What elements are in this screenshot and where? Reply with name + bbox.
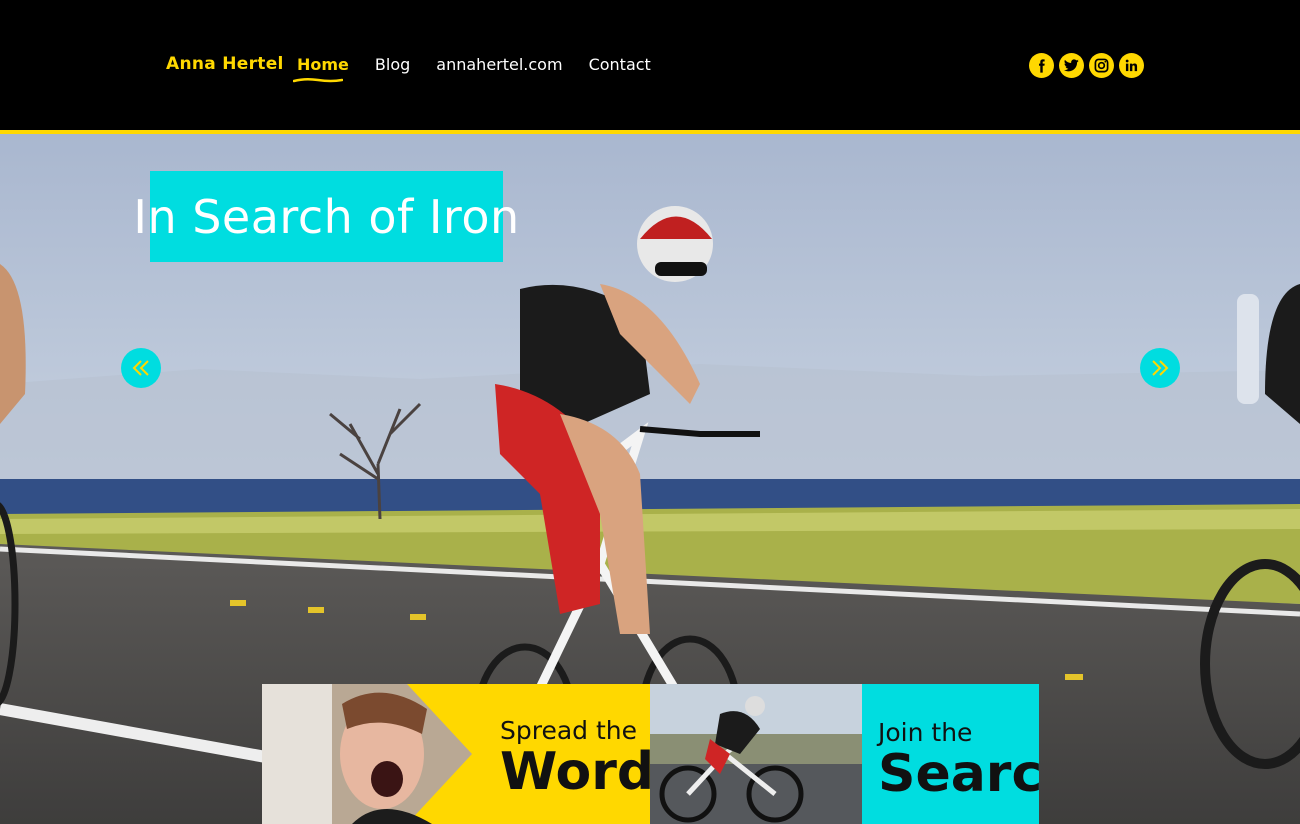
- social-links: [1029, 53, 1144, 78]
- hero-title-box: In Search of Iron: [133, 171, 519, 262]
- linkedin-icon[interactable]: [1119, 53, 1144, 78]
- double-chevron-left-icon: [132, 360, 149, 376]
- tile-1-big-text: Word: [500, 742, 650, 802]
- nav-contact[interactable]: Contact: [589, 55, 651, 74]
- tile-2-big-text: Search: [878, 744, 1039, 804]
- facebook-icon[interactable]: [1029, 53, 1054, 78]
- main-nav: Home Blog annahertel.com Contact: [293, 55, 677, 83]
- double-chevron-right-icon: [1152, 360, 1169, 376]
- nav-home-label: Home: [297, 55, 349, 74]
- nav-website-label: annahertel.com: [436, 55, 563, 74]
- twitter-icon[interactable]: [1059, 53, 1084, 78]
- join-the-search-tile[interactable]: Join the Search: [650, 684, 1039, 824]
- instagram-icon[interactable]: [1089, 53, 1114, 78]
- hero-title: In Search of Iron: [133, 189, 520, 244]
- tile-2-small-text: Join the: [878, 718, 973, 747]
- nav-contact-label: Contact: [588, 55, 651, 74]
- nav-blog-label: Blog: [374, 55, 411, 74]
- tile-photo-cyclist: [650, 684, 862, 824]
- tile-1-small-text: Spread the: [500, 716, 638, 745]
- nav-home[interactable]: Home: [293, 55, 349, 83]
- site-header: Anna Hertel Home Blog annahertel.com Con…: [0, 0, 1300, 130]
- site-logo[interactable]: Anna Hertel: [166, 54, 284, 74]
- slider-prev-button[interactable]: [121, 348, 161, 388]
- spread-the-word-tile[interactable]: Spread the Word: [262, 684, 650, 824]
- tile-photo-smiling-woman: [262, 684, 472, 824]
- active-underline: [293, 77, 343, 83]
- slider-next-button[interactable]: [1140, 348, 1180, 388]
- nav-website[interactable]: annahertel.com: [436, 55, 562, 74]
- nav-blog[interactable]: Blog: [375, 55, 410, 74]
